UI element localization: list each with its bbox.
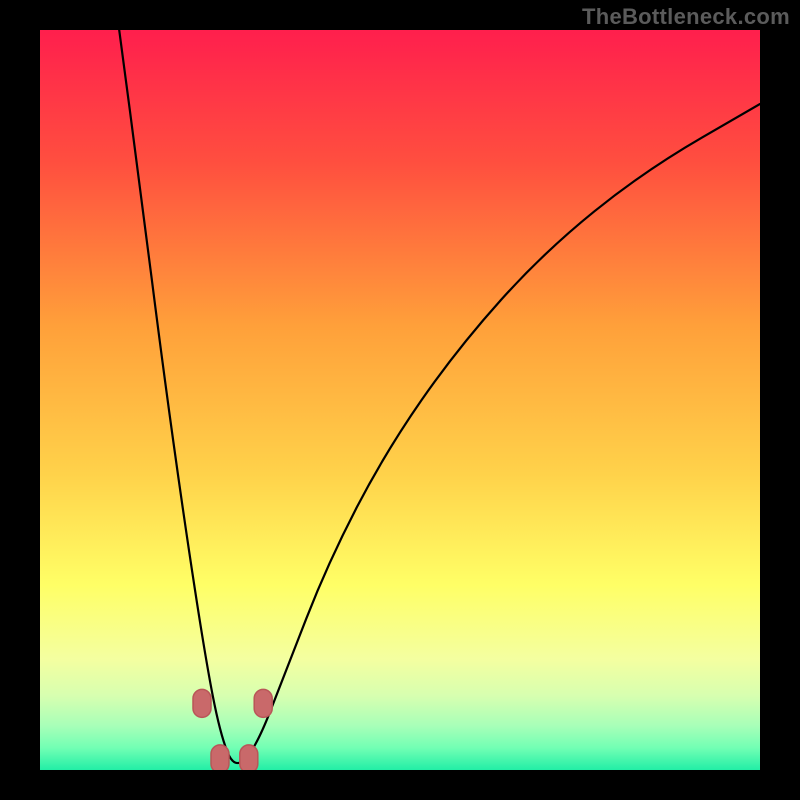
chart-plot <box>40 30 760 770</box>
curve-marker <box>240 745 258 770</box>
curve-marker <box>193 689 211 717</box>
curve-marker <box>211 745 229 770</box>
gradient-background <box>40 30 760 770</box>
watermark-text: TheBottleneck.com <box>582 4 790 30</box>
chart-frame: TheBottleneck.com <box>0 0 800 800</box>
curve-marker <box>254 689 272 717</box>
